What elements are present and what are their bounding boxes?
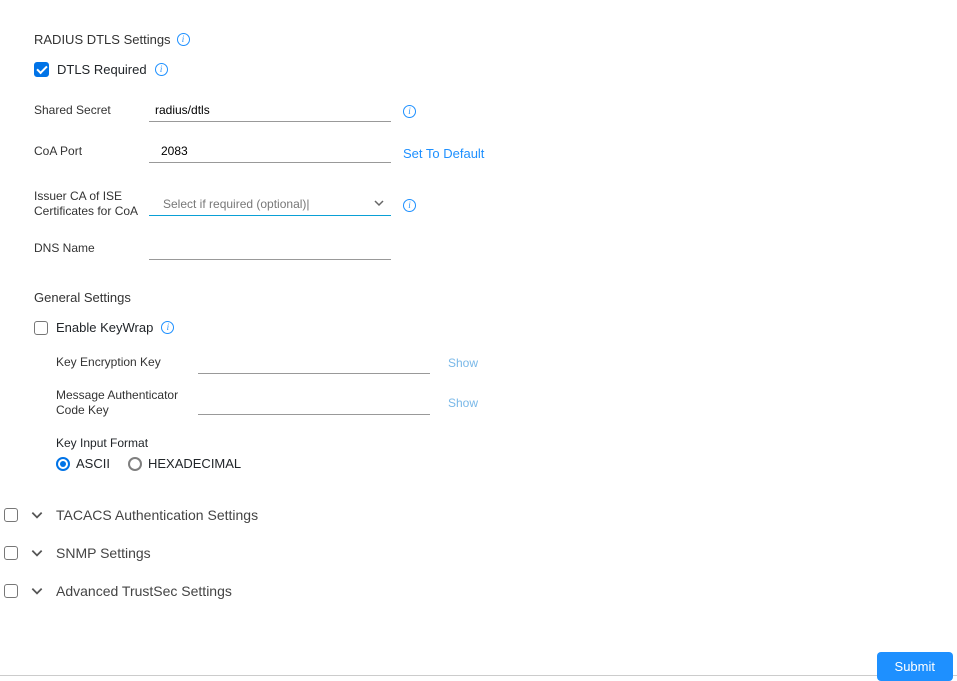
key-encryption-show-button[interactable]: Show xyxy=(448,356,478,374)
trustsec-section-title[interactable]: Advanced TrustSec Settings xyxy=(56,583,232,599)
enable-keywrap-checkbox[interactable] xyxy=(34,321,48,335)
enable-keywrap-label: Enable KeyWrap xyxy=(56,320,153,335)
issuer-ca-select[interactable] xyxy=(149,193,391,216)
hex-radio-item[interactable]: HEXADECIMAL xyxy=(128,456,241,471)
mac-key-show-button[interactable]: Show xyxy=(448,396,478,410)
dtls-required-row: DTLS Required i xyxy=(34,62,957,77)
general-settings-title-text: General Settings xyxy=(34,290,131,305)
info-icon[interactable]: i xyxy=(161,321,174,334)
snmp-section-title[interactable]: SNMP Settings xyxy=(56,545,151,561)
info-icon[interactable]: i xyxy=(177,33,190,46)
submit-button[interactable]: Submit xyxy=(877,652,953,681)
snmp-section-row: SNMP Settings xyxy=(0,537,957,569)
ascii-radio-label: ASCII xyxy=(76,456,110,471)
key-encryption-key-label: Key Encryption Key xyxy=(56,355,198,374)
shared-secret-label: Shared Secret xyxy=(34,103,149,122)
ascii-radio-item[interactable]: ASCII xyxy=(56,456,110,471)
dns-name-label: DNS Name xyxy=(34,241,149,260)
issuer-ca-input[interactable] xyxy=(149,193,391,216)
enable-keywrap-row: Enable KeyWrap i xyxy=(34,320,957,335)
chevron-down-icon[interactable] xyxy=(30,546,44,560)
mac-key-label: Message Authenticator Code Key xyxy=(56,388,198,418)
mac-key-input[interactable] xyxy=(198,392,430,415)
general-settings-title: General Settings xyxy=(34,290,957,305)
info-icon[interactable]: i xyxy=(403,199,416,212)
radius-dtls-title-text: RADIUS DTLS Settings xyxy=(34,32,171,47)
info-icon[interactable]: i xyxy=(155,63,168,76)
shared-secret-input[interactable] xyxy=(149,99,391,122)
tacacs-checkbox[interactable] xyxy=(4,508,18,522)
key-encryption-key-input[interactable] xyxy=(198,351,430,374)
chevron-down-icon[interactable] xyxy=(30,584,44,598)
ascii-radio[interactable] xyxy=(56,457,70,471)
snmp-checkbox[interactable] xyxy=(4,546,18,560)
coa-port-row: CoA Port Set To Default xyxy=(34,140,957,163)
dtls-required-checkbox[interactable] xyxy=(34,62,49,77)
tacacs-section-row: TACACS Authentication Settings xyxy=(0,499,957,531)
dtls-required-label: DTLS Required xyxy=(57,62,147,77)
key-encryption-key-row: Key Encryption Key Show xyxy=(56,351,957,374)
shared-secret-row: Shared Secret i xyxy=(34,99,957,122)
issuer-ca-row: Issuer CA of ISE Certificates for CoA i xyxy=(34,189,957,219)
radius-dtls-settings-title: RADIUS DTLS Settings i xyxy=(34,32,957,47)
info-icon[interactable]: i xyxy=(403,105,416,118)
tacacs-section-title[interactable]: TACACS Authentication Settings xyxy=(56,507,258,523)
key-input-format-section: Key Input Format ASCII HEXADECIMAL xyxy=(56,436,957,471)
coa-port-input[interactable] xyxy=(149,140,391,163)
issuer-ca-label: Issuer CA of ISE Certificates for CoA xyxy=(34,189,149,219)
dns-name-input[interactable] xyxy=(149,237,391,260)
hex-radio[interactable] xyxy=(128,457,142,471)
mac-key-row: Message Authenticator Code Key Show xyxy=(56,388,957,418)
trustsec-checkbox[interactable] xyxy=(4,584,18,598)
key-input-format-radios: ASCII HEXADECIMAL xyxy=(56,456,957,471)
key-input-format-label: Key Input Format xyxy=(56,436,957,450)
set-to-default-button[interactable]: Set To Default xyxy=(403,146,484,163)
trustsec-section-row: Advanced TrustSec Settings xyxy=(0,575,957,607)
dns-name-row: DNS Name xyxy=(34,237,957,260)
chevron-down-icon[interactable] xyxy=(30,508,44,522)
coa-port-label: CoA Port xyxy=(34,144,149,163)
hex-radio-label: HEXADECIMAL xyxy=(148,456,241,471)
